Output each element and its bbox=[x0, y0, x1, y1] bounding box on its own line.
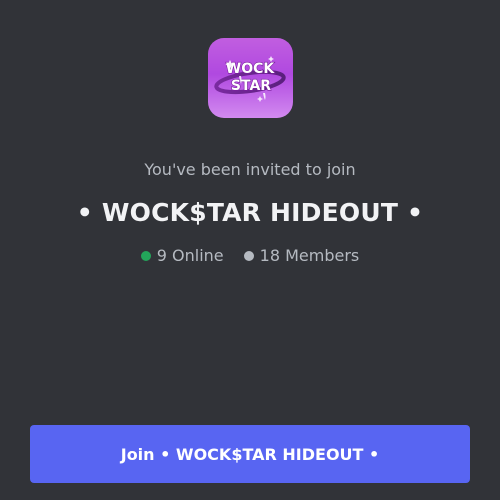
members-label: 18 Members bbox=[259, 246, 360, 265]
online-status-dot bbox=[140, 251, 151, 261]
invite-subtitle: You've been invited to join bbox=[144, 160, 356, 179]
server-stats: 9 Online 18 Members bbox=[0, 244, 500, 268]
join-server-button[interactable]: Join • WOCK$TAR HIDEOUT • bbox=[30, 425, 470, 483]
svg-text:STAR: STAR bbox=[231, 78, 271, 94]
invite-card: WOCK STAR You've been invited to join • … bbox=[0, 0, 500, 500]
svg-text:WOCK: WOCK bbox=[226, 61, 276, 77]
members-status-dot bbox=[243, 251, 254, 261]
online-label: 9 Online bbox=[156, 246, 224, 265]
online-count: 9 Online bbox=[140, 244, 224, 268]
server-logo-art: WOCK STAR bbox=[214, 56, 286, 102]
server-name: • WOCK$TAR HIDEOUT • bbox=[76, 198, 424, 227]
server-icon: WOCK STAR bbox=[208, 38, 293, 118]
member-count: 18 Members bbox=[243, 244, 360, 268]
